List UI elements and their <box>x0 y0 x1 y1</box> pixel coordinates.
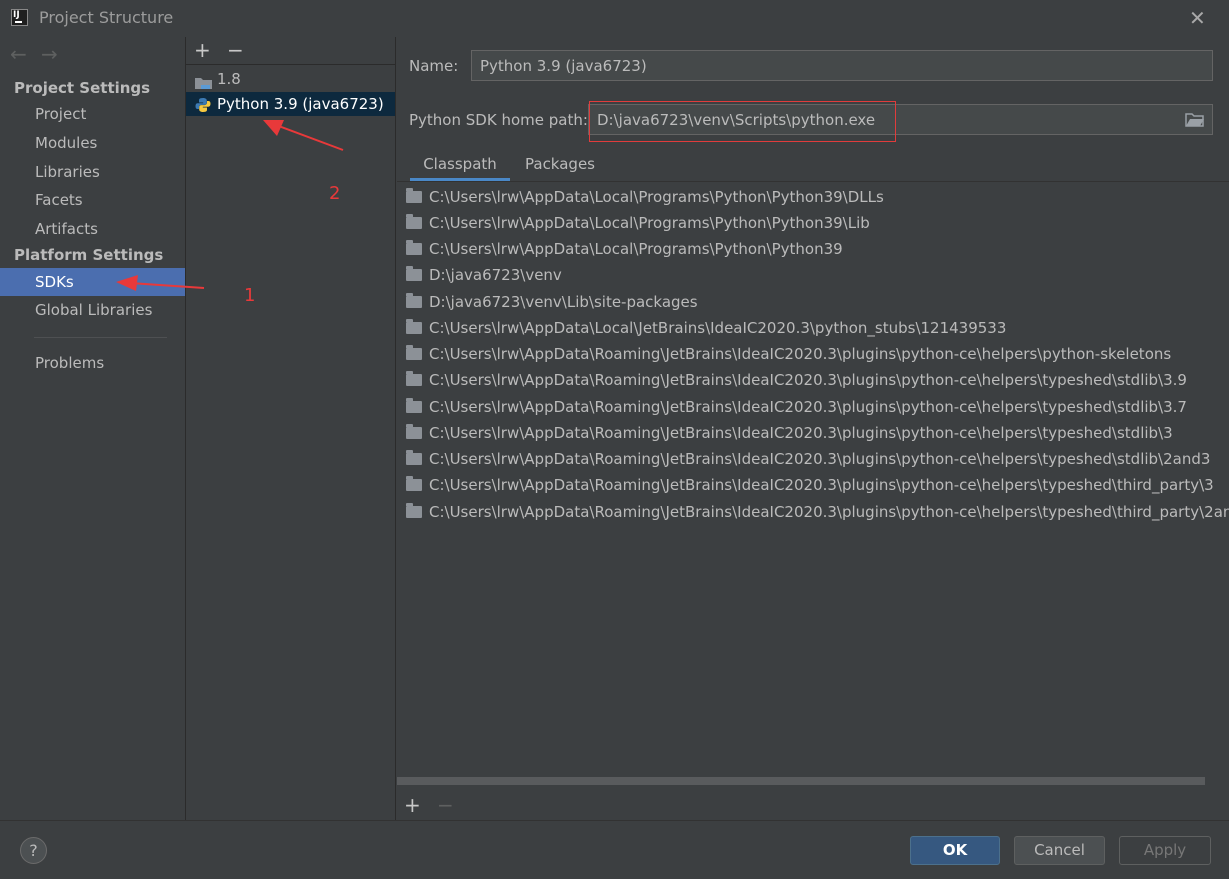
folder-icon <box>406 345 422 360</box>
folder-icon <box>406 371 422 386</box>
help-icon[interactable]: ? <box>20 837 47 864</box>
list-item[interactable]: C:\Users\lrw\AppData\Roaming\JetBrains\I… <box>406 341 1171 367</box>
browse-folder-icon[interactable] <box>1185 112 1205 128</box>
folder-icon <box>406 424 422 439</box>
back-arrow-icon[interactable]: ← <box>10 42 27 66</box>
app-icon <box>11 9 28 26</box>
list-item[interactable]: C:\Users\lrw\AppData\Roaming\JetBrains\I… <box>406 367 1187 393</box>
folder-icon <box>406 266 422 281</box>
add-classpath-button[interactable]: + <box>404 795 421 815</box>
sdk-toolbar-divider <box>186 64 396 65</box>
sdk-item-jdk[interactable]: 1.8 <box>186 67 395 91</box>
folder-icon <box>406 398 422 413</box>
annotation-highlight-box <box>589 101 896 142</box>
annotation-marker-1: 1 <box>244 285 256 306</box>
add-sdk-button[interactable]: + <box>194 40 211 60</box>
jdk-folder-icon <box>195 73 212 89</box>
folder-icon <box>406 450 422 465</box>
folder-icon <box>406 503 422 518</box>
title-bar <box>0 0 1229 37</box>
list-item[interactable]: C:\Users\lrw\AppData\Local\Programs\Pyth… <box>406 236 843 262</box>
list-item[interactable]: C:\Users\lrw\AppData\Roaming\JetBrains\I… <box>406 394 1187 420</box>
folder-icon <box>406 319 422 334</box>
sidebar-item-global-libraries[interactable]: Global Libraries <box>0 296 185 324</box>
folder-icon <box>406 214 422 229</box>
remove-sdk-button[interactable]: − <box>227 40 244 60</box>
scrollbar-thumb[interactable] <box>397 777 1205 785</box>
sdk-name-field[interactable] <box>471 50 1213 81</box>
close-icon[interactable]: ✕ <box>1189 6 1206 30</box>
sdk-item-label: 1.8 <box>217 70 241 88</box>
project-settings-header: Project Settings <box>14 79 151 97</box>
list-item[interactable]: D:\java6723\venv <box>406 262 562 288</box>
list-item[interactable]: C:\Users\lrw\AppData\Roaming\JetBrains\I… <box>406 499 1229 525</box>
ok-button[interactable]: OK <box>910 836 1000 865</box>
sidebar-item-problems[interactable]: Problems <box>0 349 185 377</box>
cancel-button[interactable]: Cancel <box>1014 836 1105 865</box>
folder-icon <box>406 293 422 308</box>
folder-icon <box>406 188 422 203</box>
sidebar-divider <box>34 337 167 338</box>
folder-icon <box>406 240 422 255</box>
tab-packages[interactable]: Packages <box>514 150 606 180</box>
list-item[interactable]: C:\Users\lrw\AppData\Local\JetBrains\Ide… <box>406 315 1006 341</box>
remove-classpath-button[interactable]: − <box>437 795 454 815</box>
annotation-arrows <box>116 120 344 291</box>
list-item[interactable]: D:\java6723\venv\Lib\site-packages <box>406 289 698 315</box>
apply-button[interactable]: Apply <box>1119 836 1211 865</box>
list-item[interactable]: C:\Users\lrw\AppData\Local\Programs\Pyth… <box>406 210 870 236</box>
tab-classpath[interactable]: Classpath <box>410 150 510 180</box>
folder-icon <box>406 476 422 491</box>
annotation-marker-2: 2 <box>329 183 341 204</box>
footer-divider <box>0 820 1229 821</box>
list-item[interactable]: C:\Users\lrw\AppData\Roaming\JetBrains\I… <box>406 472 1214 498</box>
name-label: Name: <box>409 57 459 75</box>
list-item[interactable]: C:\Users\lrw\AppData\Roaming\JetBrains\I… <box>406 420 1173 446</box>
home-path-label: Python SDK home path: <box>409 111 588 129</box>
forward-arrow-icon[interactable]: → <box>41 42 58 66</box>
list-item[interactable]: C:\Users\lrw\AppData\Roaming\JetBrains\I… <box>406 446 1210 472</box>
list-item[interactable]: C:\Users\lrw\AppData\Local\Programs\Pyth… <box>406 184 884 210</box>
window-title: Project Structure <box>39 8 174 27</box>
